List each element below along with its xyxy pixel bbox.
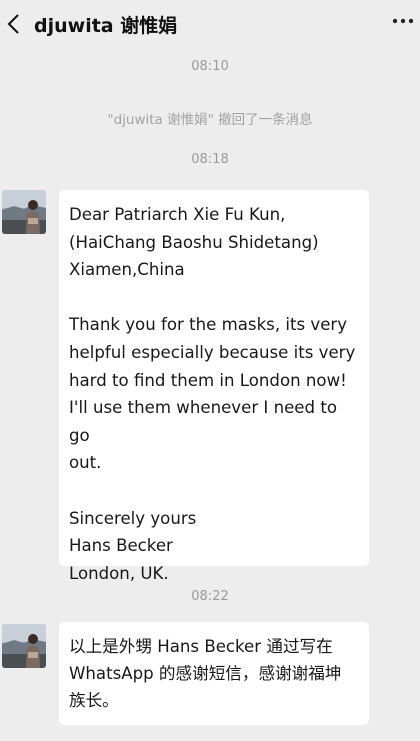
chevron-left-icon[interactable]: [6, 13, 20, 35]
chat-header: djuwita 谢惟娟: [0, 0, 420, 50]
message-text: 以上是外甥 Hans Becker 通过写在 WhatsApp 的感谢短信，感谢…: [69, 637, 342, 710]
message-paragraph: Thank you for the masks, its very helpfu…: [69, 315, 356, 473]
message-bubble[interactable]: 以上是外甥 Hans Becker 通过写在 WhatsApp 的感谢短信，感谢…: [59, 622, 369, 725]
avatar[interactable]: [2, 624, 46, 668]
more-dots-icon[interactable]: [392, 16, 414, 26]
timestamp: 08:10: [191, 59, 229, 74]
timestamp: 08:22: [191, 589, 229, 604]
avatar-photo: [2, 190, 46, 234]
chat-title: djuwita 谢惟娟: [34, 15, 178, 37]
avatar-photo: [2, 624, 46, 668]
timestamp: 08:18: [191, 152, 229, 167]
message-bubble[interactable]: Dear Patriarch Xie Fu Kun, (HaiChang Bao…: [59, 190, 369, 583]
message-paragraph: Sincerely yours Hans Becker London, UK.: [69, 508, 197, 583]
message-paragraph: Dear Patriarch Xie Fu Kun, (HaiChang Bao…: [69, 205, 319, 280]
recall-notice: "djuwita 谢惟娟" 撤回了一条消息: [107, 112, 313, 128]
avatar[interactable]: [2, 190, 46, 234]
